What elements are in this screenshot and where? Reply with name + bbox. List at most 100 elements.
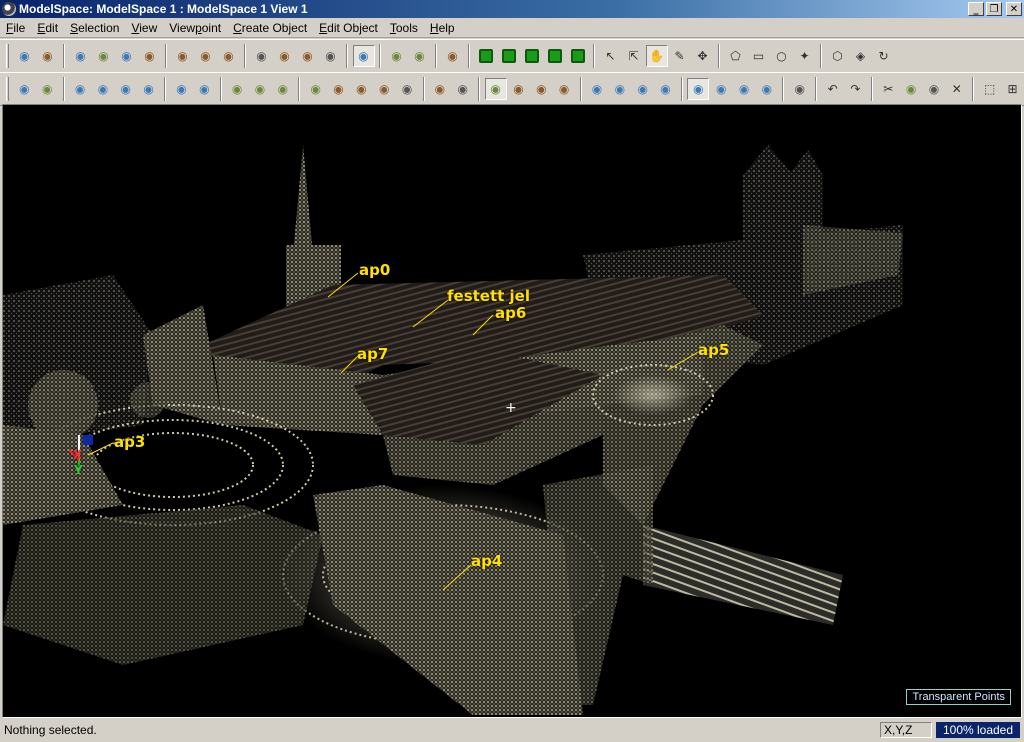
target-a-icon[interactable]: ◉: [226, 78, 248, 100]
cut-icon[interactable]: ✂: [877, 78, 899, 100]
earth-icon[interactable]: ◉: [530, 78, 552, 100]
target-c-icon[interactable]: ◉: [272, 78, 294, 100]
cube-icon[interactable]: ◈: [850, 45, 872, 67]
frame-icon[interactable]: ⬚: [979, 78, 1001, 100]
move-icon[interactable]: ✥: [692, 45, 714, 67]
pencil-icon[interactable]: ✎: [669, 45, 691, 67]
zoom-in-icon[interactable]: ◉: [70, 45, 92, 67]
add-cloud-icon[interactable]: ◉: [37, 45, 59, 67]
toolbar-separator: [782, 77, 785, 101]
check-b-icon[interactable]: ◉: [710, 78, 732, 100]
rectangle-icon[interactable]: ▭: [748, 45, 770, 67]
globe-b-icon[interactable]: ◉: [193, 78, 215, 100]
layer-4-icon[interactable]: [544, 45, 566, 67]
redo-icon[interactable]: ↷: [845, 78, 867, 100]
cloud-c-icon[interactable]: ◉: [115, 78, 137, 100]
spark-icon[interactable]: ◉: [553, 78, 575, 100]
cloud-d-icon[interactable]: ◉: [138, 78, 160, 100]
measure-icon[interactable]: ◉: [14, 78, 36, 100]
light-icon[interactable]: ◉: [442, 45, 464, 67]
scene-label-ap3[interactable]: ap3: [114, 433, 145, 451]
merge-icon[interactable]: ◉: [350, 78, 372, 100]
finger-icon[interactable]: ◉: [789, 78, 811, 100]
piece-d-icon[interactable]: ◉: [655, 78, 677, 100]
layer-5-icon[interactable]: [567, 45, 589, 67]
piece-b-icon[interactable]: ◉: [609, 78, 631, 100]
layer-1-icon[interactable]: [475, 45, 497, 67]
pan-icon[interactable]: ◉: [116, 45, 138, 67]
menu-edit[interactable]: Edit: [31, 19, 64, 37]
menu-viewpoint[interactable]: Viewpoint: [163, 19, 227, 37]
toolbar-grip[interactable]: [6, 44, 9, 68]
stack-icon[interactable]: ◉: [429, 78, 451, 100]
3d-viewport[interactable]: X Y ap0 festett jel ap6 ap7 ap5 ap3 ap4 …: [2, 104, 1022, 718]
layer-3-icon[interactable]: [521, 45, 543, 67]
color-map-icon[interactable]: ◉: [195, 45, 217, 67]
fit-icon[interactable]: ◉: [14, 45, 36, 67]
minimize-button[interactable]: _: [968, 2, 984, 16]
layer-2-icon[interactable]: [498, 45, 520, 67]
menu-help[interactable]: Help: [424, 19, 461, 37]
paste-icon[interactable]: ◉: [328, 78, 350, 100]
clip-icon[interactable]: ◉: [900, 78, 922, 100]
undo-icon[interactable]: ↶: [822, 78, 844, 100]
render-icon[interactable]: ◉: [251, 45, 273, 67]
menu-create-object[interactable]: Create Object: [227, 19, 313, 37]
select-arrow-icon[interactable]: ↖: [600, 45, 622, 67]
hand-icon[interactable]: ✋: [645, 45, 668, 67]
target-b-icon[interactable]: ◉: [249, 78, 271, 100]
star-icon[interactable]: ✦: [794, 45, 816, 67]
zoom-out-icon[interactable]: ◉: [93, 45, 115, 67]
layers-icon[interactable]: ◉: [452, 78, 474, 100]
cross-icon[interactable]: ✕: [946, 78, 968, 100]
cloud-rgb-icon[interactable]: ◉: [172, 45, 194, 67]
fence-icon[interactable]: ⬠: [725, 45, 747, 67]
shade-alt-icon[interactable]: ◉: [297, 45, 319, 67]
cloud-b-icon[interactable]: ◉: [92, 78, 114, 100]
box-icon[interactable]: ⬡: [827, 45, 849, 67]
check-d-icon[interactable]: ◉: [756, 78, 778, 100]
copy-icon[interactable]: ◉: [305, 78, 327, 100]
cloud-a-icon[interactable]: ◉: [69, 78, 91, 100]
menu-selection[interactable]: Selection: [64, 19, 125, 37]
paste2-icon[interactable]: ◉: [923, 78, 945, 100]
piece-c-icon[interactable]: ◉: [632, 78, 654, 100]
axis-x-label: X: [73, 448, 83, 462]
menu-file[interactable]: File: [0, 19, 31, 37]
scene-label-festett-jel[interactable]: festett jel: [447, 287, 530, 305]
transparent-points-button[interactable]: Transparent Points: [906, 689, 1011, 705]
piece-a-icon[interactable]: ◉: [586, 78, 608, 100]
menu-edit-object[interactable]: Edit Object: [313, 19, 384, 37]
tape-icon[interactable]: ◉: [36, 78, 58, 100]
scene-label-ap7[interactable]: ap7: [357, 345, 388, 363]
frame2-icon[interactable]: ⊞: [1002, 78, 1024, 100]
app-icon[interactable]: [2, 2, 16, 16]
shade-alt2-icon[interactable]: ◉: [320, 45, 342, 67]
close-button[interactable]: ✕: [1006, 2, 1022, 16]
scene-label-ap6[interactable]: ap6: [495, 304, 526, 322]
shade-icon[interactable]: ◉: [274, 45, 296, 67]
toolbar-grip[interactable]: [6, 77, 9, 101]
intensity-icon[interactable]: ◉: [218, 45, 240, 67]
axis-icon[interactable]: ◉: [484, 78, 507, 100]
scene-label-ap4[interactable]: ap4: [471, 552, 502, 570]
restore-button[interactable]: ❐: [986, 2, 1002, 16]
plane-icon[interactable]: ◉: [508, 78, 530, 100]
scene-label-ap0[interactable]: ap0: [359, 261, 390, 279]
grid-icon[interactable]: ◉: [386, 45, 408, 67]
select-plus-icon[interactable]: ⇱: [623, 45, 645, 67]
circle-icon[interactable]: ○: [771, 45, 793, 67]
scene-label-ap5[interactable]: ap5: [698, 341, 729, 359]
transparent-icon[interactable]: ◉: [352, 45, 375, 67]
check-c-icon[interactable]: ◉: [733, 78, 755, 100]
rotate-icon[interactable]: ↻: [873, 45, 895, 67]
eraser-icon[interactable]: ◉: [396, 78, 418, 100]
check-a-icon[interactable]: ◉: [687, 78, 710, 100]
menu-tools[interactable]: Tools: [384, 19, 424, 37]
menu-view[interactable]: View: [125, 19, 163, 37]
globe-a-icon[interactable]: ◉: [171, 78, 193, 100]
knife-icon[interactable]: ◉: [373, 78, 395, 100]
orbit-icon[interactable]: ◉: [139, 45, 161, 67]
toolbar-separator: [219, 77, 222, 101]
grid-alt-icon[interactable]: ◉: [409, 45, 431, 67]
